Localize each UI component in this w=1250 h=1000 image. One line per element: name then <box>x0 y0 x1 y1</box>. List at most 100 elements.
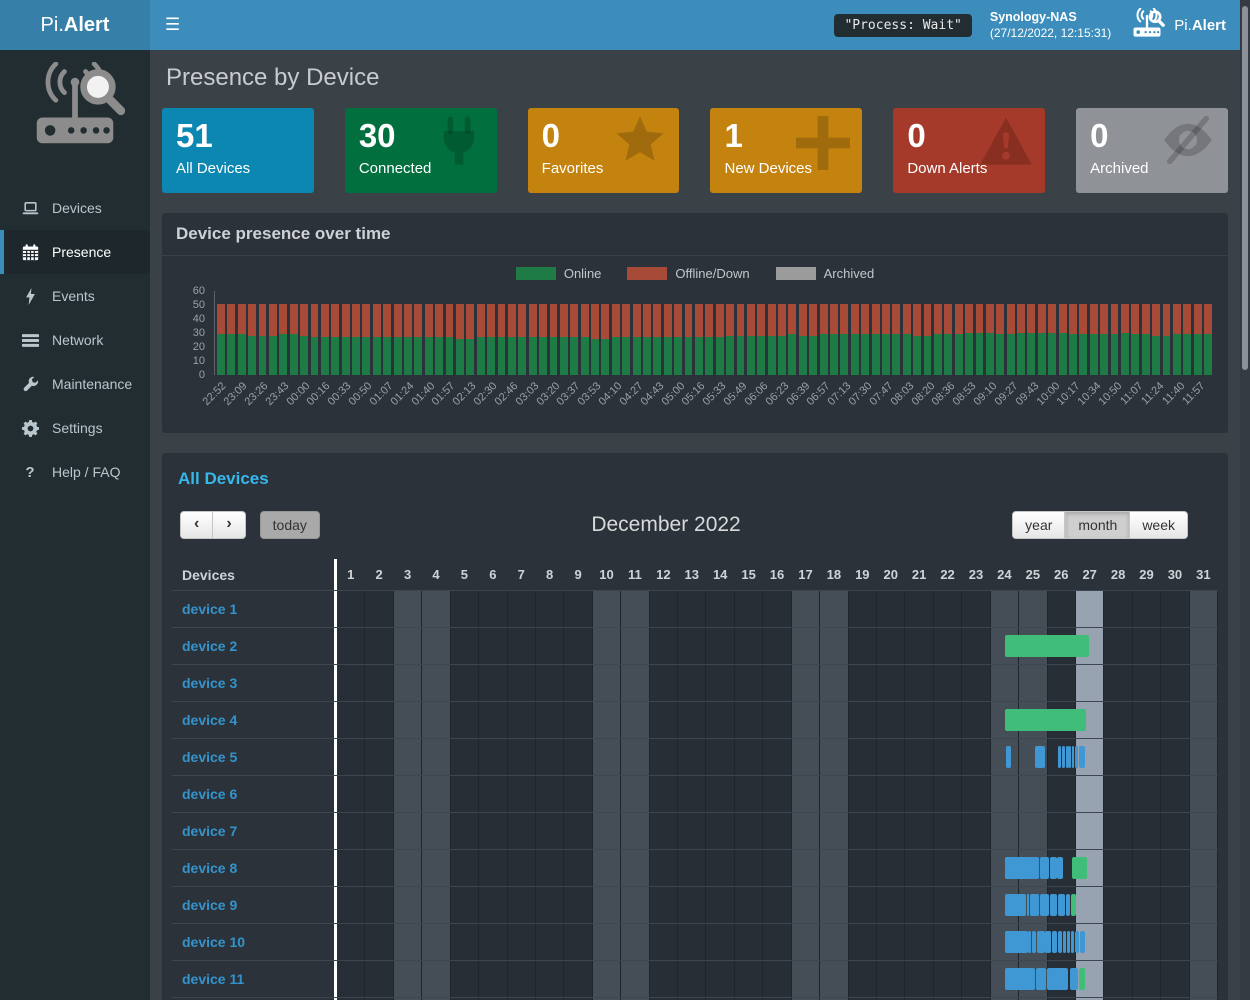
x-tick-label: 06:23 <box>763 380 791 408</box>
chart-bar <box>414 304 422 375</box>
card-favorites[interactable]: 0Favorites <box>528 108 680 193</box>
device-link[interactable]: device 9 <box>182 897 237 913</box>
device-link[interactable]: device 5 <box>182 749 237 765</box>
chart-bar <box>965 304 973 375</box>
sidebar-item-events[interactable]: Events <box>0 274 150 318</box>
chart-bar <box>1152 304 1160 375</box>
app-link[interactable]: Pi.Alert <box>1129 8 1226 43</box>
day-cell-2 <box>365 702 393 738</box>
presence-bar-session <box>1066 894 1070 916</box>
presence-bar-session <box>1028 931 1031 953</box>
chart-bar <box>248 304 256 375</box>
view-button-year[interactable]: year <box>1012 511 1065 539</box>
day-cell-21 <box>905 813 933 849</box>
chart-bar <box>1142 304 1150 375</box>
chart-bar <box>1038 304 1046 375</box>
chart-bar <box>622 304 630 375</box>
day-cell-5 <box>451 961 479 997</box>
calendar-month-title: December 2022 <box>320 513 1012 537</box>
router-search-icon <box>1129 8 1165 43</box>
day-cell-4 <box>422 850 450 886</box>
presence-bar-session <box>1047 968 1067 990</box>
day-cell-1 <box>337 924 365 960</box>
day-cell-3 <box>394 887 422 923</box>
day-cell-8 <box>536 739 564 775</box>
sidebar-item-label: Presence <box>52 244 111 260</box>
day-cell-7 <box>508 628 536 664</box>
chart-bar <box>331 304 339 375</box>
chart-bar <box>705 304 713 375</box>
x-tick-label: 02:30 <box>472 380 500 408</box>
legend-item-archived[interactable]: Archived <box>776 266 875 281</box>
chart-bar <box>840 304 848 375</box>
chart-bar <box>1163 304 1171 375</box>
x-tick-label: 02:46 <box>492 380 520 408</box>
sidebar-item-settings[interactable]: Settings <box>0 406 150 450</box>
card-new-devices[interactable]: 1New Devices <box>710 108 862 193</box>
chart-bar <box>820 304 828 375</box>
chart-bar <box>1090 304 1098 375</box>
chart-bar <box>269 304 277 375</box>
y-tick-label: 60 <box>193 285 205 297</box>
day-header-15: 15 <box>735 559 763 590</box>
host-info: Synology-NAS (27/12/2022, 12:15:31) <box>990 9 1111 41</box>
day-cell-16 <box>763 665 791 701</box>
presence-bar-session <box>1067 931 1070 953</box>
sidebar-item-presence[interactable]: Presence <box>0 230 150 274</box>
day-cell-14 <box>706 739 734 775</box>
device-link[interactable]: device 7 <box>182 823 237 839</box>
day-cell-11 <box>621 850 649 886</box>
calendar-header-row: Devices123456789101112131415161718192021… <box>172 559 1218 590</box>
sidebar-item-network[interactable]: Network <box>0 318 150 362</box>
calendar-nav-group: ‹ › <box>180 511 246 539</box>
day-cell-28 <box>1104 813 1132 849</box>
eye-slash-icon <box>1160 116 1216 169</box>
sidebar-item-devices[interactable]: Devices <box>0 186 150 230</box>
sidebar-item-maintenance[interactable]: Maintenance <box>0 362 150 406</box>
day-cell-2 <box>365 776 393 812</box>
prev-button[interactable]: ‹ <box>180 511 213 539</box>
legend-label: Offline/Down <box>675 266 749 281</box>
device-link[interactable]: device 11 <box>182 971 244 987</box>
day-cell-25 <box>1019 665 1047 701</box>
card-all-devices[interactable]: 51All Devices <box>162 108 314 193</box>
today-button[interactable]: today <box>260 511 320 539</box>
day-cell-26 <box>1048 591 1076 627</box>
chart-bar <box>487 304 495 375</box>
day-cell-9 <box>564 924 592 960</box>
chart-bar <box>362 304 370 375</box>
day-cell-28 <box>1104 739 1132 775</box>
view-button-week[interactable]: week <box>1130 511 1188 539</box>
sidebar-item-help-faq[interactable]: ?Help / FAQ <box>0 450 150 494</box>
device-link[interactable]: device 8 <box>182 860 237 876</box>
device-link[interactable]: device 2 <box>182 638 237 654</box>
device-row: device 6 <box>172 775 1218 812</box>
device-link[interactable]: device 6 <box>182 786 237 802</box>
presence-bar-session <box>1058 746 1060 768</box>
day-cell-28 <box>1104 850 1132 886</box>
day-cell-9 <box>564 776 592 812</box>
card-down-alerts[interactable]: 0Down Alerts <box>893 108 1045 193</box>
day-cell-22 <box>934 813 962 849</box>
next-button[interactable]: › <box>213 511 245 539</box>
card-connected[interactable]: 30Connected <box>345 108 497 193</box>
card-archived[interactable]: 0Archived <box>1076 108 1228 193</box>
legend-item-offline-down[interactable]: Offline/Down <box>627 266 749 281</box>
sidebar-toggle-icon[interactable]: ☰ <box>150 0 195 50</box>
chart-bar <box>601 304 609 375</box>
legend-item-online[interactable]: Online <box>516 266 602 281</box>
device-link[interactable]: device 10 <box>182 934 245 950</box>
device-link[interactable]: device 1 <box>182 601 237 617</box>
day-cell-1 <box>337 961 365 997</box>
day-header-9: 9 <box>564 559 592 590</box>
day-cell-29 <box>1133 702 1161 738</box>
device-link[interactable]: device 4 <box>182 712 237 728</box>
view-button-month[interactable]: month <box>1065 511 1130 539</box>
day-cell-16 <box>763 702 791 738</box>
navbar-right: "Process: Wait" Synology-NAS (27/12/2022… <box>834 8 1240 43</box>
day-cell-19 <box>849 591 877 627</box>
scrollbar-thumb[interactable] <box>1242 6 1248 370</box>
brand-logo[interactable]: Pi.Alert <box>0 0 150 50</box>
device-link[interactable]: device 3 <box>182 675 237 691</box>
day-cell-5 <box>451 702 479 738</box>
